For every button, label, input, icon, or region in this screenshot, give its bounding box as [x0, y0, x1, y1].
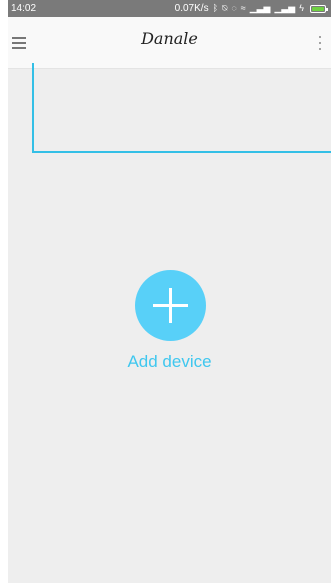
- add-device-button[interactable]: [135, 270, 206, 341]
- guide-line-vertical: [32, 63, 34, 153]
- status-bar: 14:02 0.07K/s ᛒ ⍉ ◌ ≈ ▁▃▅ ▁▃▅ ϟ: [8, 0, 331, 17]
- signal-icon: ▁▃▅: [249, 3, 271, 13]
- more-vertical-icon[interactable]: [318, 36, 322, 52]
- charging-icon: ϟ: [299, 3, 304, 13]
- signal-icon: ▁▃▅: [274, 3, 296, 13]
- battery-level: [312, 6, 324, 11]
- status-time: 14:02: [11, 3, 37, 14]
- add-device-label[interactable]: Add device: [8, 352, 331, 372]
- guide-line-horizontal: [32, 151, 331, 153]
- wifi-icon: ≈: [240, 3, 246, 13]
- battery-cap: [326, 7, 328, 11]
- battery-icon: [310, 4, 328, 13]
- app-title: Danale: [141, 29, 198, 48]
- phone-screen: 14:02 0.07K/s ᛒ ⍉ ◌ ≈ ▁▃▅ ▁▃▅ ϟ Danale A…: [8, 0, 331, 583]
- network-speed: 0.07K/s: [174, 3, 209, 14]
- shield-icon: ◌: [231, 3, 237, 13]
- bluetooth-icon: ᛒ: [212, 3, 218, 13]
- status-indicators: 0.07K/s ᛒ ⍉ ◌ ≈ ▁▃▅ ▁▃▅ ϟ: [174, 3, 328, 14]
- alarm-off-icon: ⍉: [221, 3, 228, 13]
- plus-icon-stroke: [169, 288, 172, 323]
- app-bar: Danale: [8, 17, 331, 69]
